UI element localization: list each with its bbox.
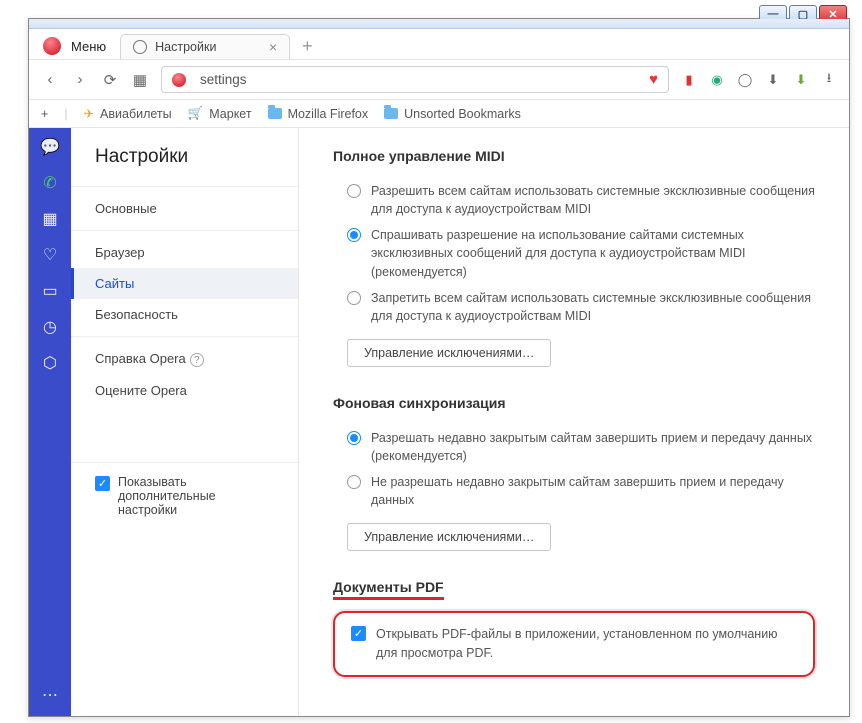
nav-item-security[interactable]: Безопасность (71, 299, 298, 330)
nav-item-basic[interactable]: Основные (71, 193, 298, 224)
midi-exceptions-button[interactable]: Управление исключениями… (347, 339, 551, 367)
help-icon: ? (190, 353, 204, 367)
extension-icon-2[interactable]: ◉ (709, 72, 725, 88)
opera-logo-icon (43, 37, 61, 55)
shield-icon[interactable]: ◯ (737, 72, 753, 88)
nav-item-help[interactable]: Справка Opera? (71, 343, 298, 375)
messenger-sidebar: 💬 ✆ ▦ ♡ ▭ ◷ ⬡ ⋯ (29, 128, 71, 716)
settings-content: Полное управление MIDI Разрешить всем са… (299, 128, 849, 716)
main-area: 💬 ✆ ▦ ♡ ▭ ◷ ⬡ ⋯ Настройки Основные Брауз… (29, 128, 849, 716)
radio-icon (347, 184, 361, 198)
show-advanced-checkbox[interactable]: ✓ Показывать дополнительные настройки (71, 462, 298, 529)
back-button[interactable]: ‹ (41, 71, 59, 89)
new-tab-button[interactable]: + (296, 36, 319, 57)
settings-navigation: Настройки Основные Браузер Сайты Безопас… (71, 128, 299, 716)
opera-menu-button[interactable]: Меню (35, 33, 114, 59)
folder-icon (268, 108, 282, 119)
tab-title: Настройки (155, 40, 216, 54)
radio-checked-icon (347, 431, 361, 445)
bookmark-item[interactable]: ✈Авиабилеты (84, 106, 172, 121)
tab-bar: Меню Настройки × + (29, 29, 849, 60)
bookmark-item[interactable]: 🛒Маркет (188, 106, 252, 121)
checkbox-checked-icon: ✓ (351, 626, 366, 641)
titlebar (29, 19, 849, 29)
midi-option-ask[interactable]: Спрашивать разрешение на использование с… (333, 222, 815, 284)
checkbox-checked-icon: ✓ (95, 476, 110, 491)
forward-button[interactable]: › (71, 71, 89, 89)
bgsync-option-allow[interactable]: Разрешать недавно закрытым сайтам заверш… (333, 425, 815, 469)
address-bar[interactable]: ♥ (161, 66, 669, 93)
download-arrow-icon[interactable]: ⬇ (765, 72, 781, 88)
nav-item-browser[interactable]: Браузер (71, 237, 298, 268)
extension-icon-3[interactable]: ⬇ (793, 72, 809, 88)
pdf-checkbox-label: Открывать PDF-файлы в приложении, устано… (376, 625, 797, 663)
whatsapp-icon[interactable]: ✆ (39, 172, 61, 194)
box-icon[interactable]: ⬡ (39, 352, 61, 374)
midi-option-deny[interactable]: Запретить всем сайтам использовать систе… (333, 285, 815, 329)
add-bookmark-button[interactable]: + (41, 107, 48, 121)
folder-icon (384, 108, 398, 119)
opera-url-icon (172, 73, 186, 87)
news-icon[interactable]: ▭ (39, 280, 61, 302)
section-title: Фоновая синхронизация (333, 395, 815, 411)
bgsync-section: Фоновая синхронизация Разрешать недавно … (333, 395, 815, 552)
radio-icon (347, 475, 361, 489)
midi-section: Полное управление MIDI Разрешить всем са… (333, 148, 815, 367)
bgsync-exceptions-button[interactable]: Управление исключениями… (347, 523, 551, 551)
nav-item-sites[interactable]: Сайты (71, 268, 298, 299)
midi-option-allow[interactable]: Разрешить всем сайтам использовать систе… (333, 178, 815, 222)
bookmarks-bar: + | ✈Авиабилеты 🛒Маркет Mozilla Firefox … (29, 100, 849, 128)
heart-icon[interactable]: ♡ (39, 244, 61, 266)
radio-checked-icon (347, 228, 361, 242)
downloads-icon[interactable]: ⭳ (821, 72, 837, 88)
nav-item-rate[interactable]: Оцените Opera (71, 375, 298, 406)
grid-icon[interactable]: ▦ (39, 208, 61, 230)
bookmark-item[interactable]: Unsorted Bookmarks (384, 107, 521, 121)
menu-label: Меню (71, 39, 106, 54)
bgsync-option-deny[interactable]: Не разрешать недавно закрытым сайтам зав… (333, 469, 815, 513)
extension-icon-1[interactable]: ▮ (681, 72, 697, 88)
bookmark-heart-icon[interactable]: ♥ (649, 71, 658, 88)
url-input[interactable] (200, 72, 639, 87)
bookmark-item[interactable]: Mozilla Firefox (268, 107, 369, 121)
pdf-checkbox-highlight[interactable]: ✓ Открывать PDF-файлы в приложении, уста… (333, 611, 815, 677)
section-title: Документы PDF (333, 579, 444, 600)
page-title: Настройки (71, 146, 298, 186)
tab-close-icon[interactable]: × (269, 40, 277, 54)
tab-settings[interactable]: Настройки × (120, 34, 290, 59)
messenger-icon[interactable]: 💬 (39, 136, 61, 158)
sidebar-toggle-icon[interactable]: ⋯ (39, 684, 61, 706)
radio-icon (347, 291, 361, 305)
gear-icon (133, 40, 147, 54)
speed-dial-icon[interactable]: ▦ (131, 71, 149, 89)
pdf-section: Документы PDF ✓ Открывать PDF-файлы в пр… (333, 579, 815, 677)
section-title: Полное управление MIDI (333, 148, 815, 164)
navigation-bar: ‹ › ⟳ ▦ ♥ ▮ ◉ ◯ ⬇ ⬇ ⭳ (29, 60, 849, 100)
clock-icon[interactable]: ◷ (39, 316, 61, 338)
reload-button[interactable]: ⟳ (101, 71, 119, 89)
opera-window: — ▢ ✕ Меню Настройки × + ‹ › ⟳ ▦ ♥ ▮ ◉ ◯… (28, 18, 850, 717)
